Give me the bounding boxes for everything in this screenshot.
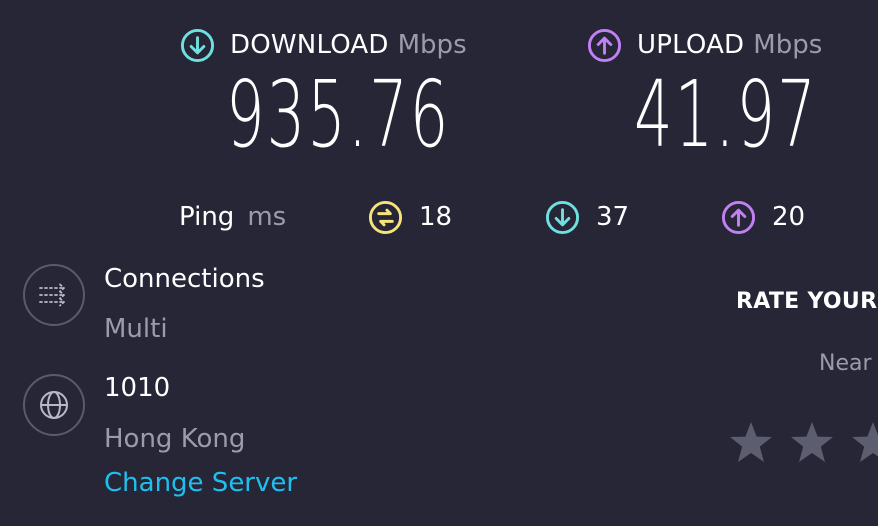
download-value: 935.76 [226,61,451,168]
idle-latency-icon [368,200,403,234]
server-name: 1010 [104,373,171,403]
rating-star-2[interactable] [789,420,835,466]
upload-label: UPLOAD [637,30,745,60]
ping-upload: 20 [721,197,805,237]
download-unit: Mbps [397,30,467,60]
ping-title: Ping ms [179,197,286,237]
ping-upload-value: 20 [772,202,806,232]
speedtest-results: DOWNLOAD Mbps 935.76 UPLOAD Mbps 41.97 P… [0,0,878,526]
ping-unit: ms [247,202,287,232]
upload-header: UPLOAD Mbps [587,27,822,63]
change-server-link[interactable]: Change Server [104,468,297,498]
server-location: Hong Kong [104,424,246,454]
download-header: DOWNLOAD Mbps [180,27,467,63]
ping-idle: 18 [368,197,452,237]
arrow-up-circle-icon [587,28,622,62]
connections-title: Connections [104,264,265,294]
ping-label: Ping [179,202,235,232]
rate-hint: Near [819,351,872,376]
rating-star-3[interactable] [850,420,878,466]
ping-download-value: 37 [596,202,630,232]
ping-idle-value: 18 [419,202,453,232]
rating-star-1[interactable] [728,420,774,466]
ping-download: 37 [545,197,629,237]
upload-unit: Mbps [753,30,823,60]
ping-row: Ping ms 18 37 20 [0,197,878,237]
arrow-down-circle-icon [180,28,215,62]
upload-value: 41.97 [634,61,818,168]
connections-value: Multi [104,314,168,344]
connections-icon [23,264,85,326]
download-label: DOWNLOAD [230,30,389,60]
globe-icon [23,374,85,436]
arrow-down-circle-icon [545,200,580,234]
rate-title: RATE YOUR [736,289,878,314]
arrow-up-circle-icon [721,200,756,234]
